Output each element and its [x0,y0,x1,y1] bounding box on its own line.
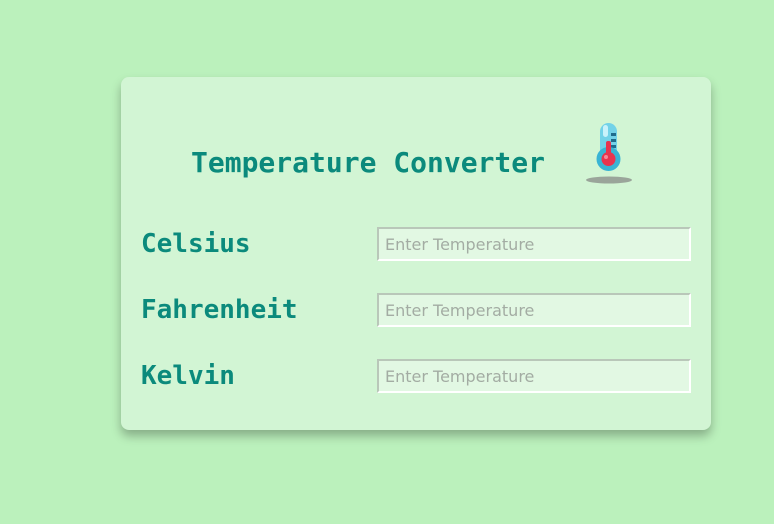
title-row: Temperature Converter [191,121,545,191]
thermometer-icon [586,123,632,184]
celsius-input[interactable] [377,227,691,261]
page-title: Temperature Converter [191,146,546,179]
celsius-row: Celsius [141,227,691,261]
kelvin-input[interactable] [377,359,691,393]
kelvin-row: Kelvin [141,359,691,393]
fahrenheit-input[interactable] [377,293,691,327]
converter-card: Temperature Converter Celsius Fahrenheit… [121,77,711,430]
celsius-label: Celsius [141,229,251,259]
fahrenheit-row: Fahrenheit [141,293,691,327]
kelvin-label: Kelvin [141,361,235,391]
fahrenheit-label: Fahrenheit [141,295,298,325]
